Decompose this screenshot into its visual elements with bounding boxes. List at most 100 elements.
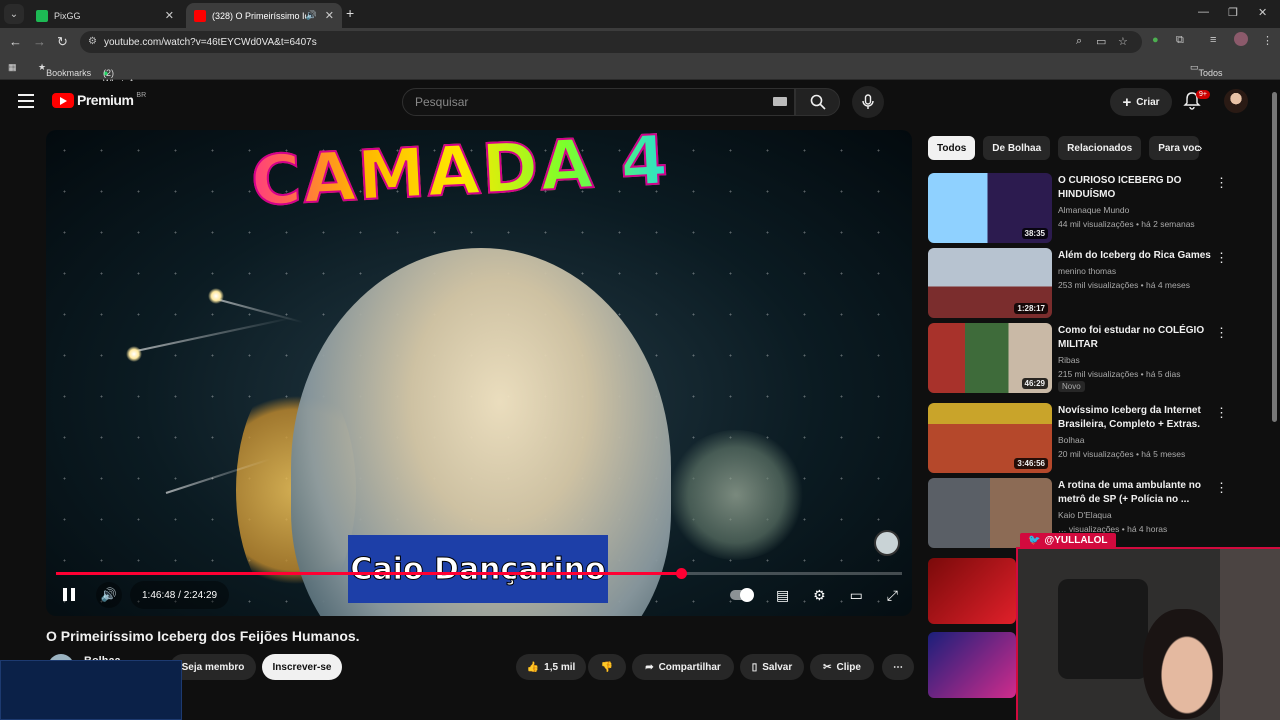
restore-icon[interactable]: ❐	[1228, 6, 1238, 19]
profile-avatar[interactable]	[1234, 32, 1248, 46]
search-icon	[810, 94, 826, 110]
rec-title[interactable]: A rotina de uma ambulante no metrô de SP…	[1058, 479, 1214, 507]
menu-icon[interactable]	[18, 94, 34, 112]
video-thumbnail[interactable]	[928, 558, 1016, 624]
channel-watermark[interactable]	[874, 530, 900, 556]
subtitles-icon[interactable]: ▤	[776, 587, 789, 604]
tab-title: (328) O Primeiríssimo Icebe	[212, 10, 306, 21]
search-input[interactable]: Pesquisar	[402, 88, 795, 116]
more-options-icon[interactable]: ⋮	[1215, 405, 1228, 421]
rec-channel[interactable]: menino thomas	[1058, 266, 1116, 276]
video-thumbnail[interactable]: 3:46:56	[928, 403, 1052, 473]
cast-icon[interactable]: ▭	[1096, 35, 1106, 48]
pause-icon	[63, 587, 67, 601]
url-field[interactable]: ⚙ youtube.com/watch?v=46tEYCWd0VA&t=6407…	[80, 31, 1142, 53]
webcam-background	[1220, 549, 1280, 720]
reload-icon[interactable]: ↻	[57, 34, 68, 50]
minimize-icon[interactable]: —	[1198, 6, 1209, 18]
bookmark-star-icon[interactable]: ☆	[1118, 35, 1128, 48]
share-button[interactable]: ➦ Compartilhar	[632, 654, 734, 680]
rec-channel[interactable]: Ribas	[1058, 355, 1080, 365]
rec-channel[interactable]: Almanaque Mundo	[1058, 205, 1129, 215]
duration-badge: 1:28:17	[1014, 303, 1048, 314]
close-window-icon[interactable]: ✕	[1258, 6, 1267, 19]
browser-tab-pixgg[interactable]: PixGG ✕	[28, 3, 182, 28]
extension-icon[interactable]: ●	[1152, 34, 1159, 46]
recommendation-item[interactable]: 38:35 O CURIOSO ICEBERG DO HINDUÍSMO Alm…	[928, 173, 1228, 243]
back-icon[interactable]: ←	[9, 34, 22, 49]
search-button[interactable]	[795, 88, 840, 116]
subscribe-button[interactable]: Inscrever-se	[262, 654, 342, 680]
rec-title[interactable]: O CURIOSO ICEBERG DO HINDUÍSMO	[1058, 174, 1214, 202]
browser-menu-icon[interactable]: ⋮	[1262, 34, 1273, 47]
fullscreen-icon[interactable]: ⤢	[887, 587, 898, 604]
apps-grid-icon[interactable]: ▦	[8, 62, 17, 73]
theater-mode-icon[interactable]: ▭	[850, 587, 863, 604]
rec-title[interactable]: Novíssimo Iceberg da Internet Brasileira…	[1058, 404, 1214, 432]
overlay-panel	[0, 660, 182, 720]
keyboard-icon[interactable]	[773, 97, 787, 106]
recommendation-item[interactable]: 46:29 Como foi estudar no COLÉGIO MILITA…	[928, 323, 1228, 393]
close-tab-icon[interactable]: ✕	[165, 9, 174, 22]
chip-para-voce[interactable]: Para você	[1149, 136, 1200, 160]
join-button[interactable]: Seja membro	[170, 654, 256, 680]
tab-search-icon[interactable]: ⌄	[4, 4, 24, 24]
more-options-icon[interactable]: ⋮	[1215, 480, 1228, 496]
chevron-right-icon[interactable]: ›	[1198, 140, 1202, 155]
share-icon: ➦	[645, 661, 654, 673]
video-player[interactable]: CAMADA 4 Caio Dançarino 🔊 1:46:48 / 2:24…	[46, 130, 912, 616]
browser-tab-youtube[interactable]: (328) O Primeiríssimo Icebe 🔊 ✕	[186, 3, 342, 28]
mute-button[interactable]: 🔊	[96, 582, 122, 608]
clip-button[interactable]: ✂ Clipe	[810, 654, 874, 680]
forward-icon[interactable]: →	[33, 34, 46, 49]
settings-gear-icon[interactable]: ⚙	[813, 587, 826, 604]
rec-title[interactable]: Como foi estudar no COLÉGIO MILITAR	[1058, 324, 1214, 352]
recommendation-chips: Todos De Bolhaa Relacionados Para você	[928, 136, 1200, 160]
site-info-icon[interactable]: ⚙	[88, 36, 97, 47]
time-display: 1:46:48 / 2:24:29	[130, 581, 230, 609]
youtube-play-icon	[52, 92, 74, 108]
dislike-button[interactable]: 👎	[588, 654, 626, 680]
account-avatar[interactable]	[1224, 89, 1248, 113]
close-tab-icon[interactable]: ✕	[325, 9, 334, 22]
rec-title[interactable]: Além do Iceberg do Rica Games	[1058, 249, 1214, 263]
more-options-icon[interactable]: ⋮	[1215, 250, 1228, 266]
autoplay-toggle[interactable]	[730, 588, 754, 602]
streamer-webcam	[1016, 547, 1280, 720]
reading-list-icon[interactable]: ≡	[1210, 34, 1216, 46]
progress-bar[interactable]	[56, 568, 902, 579]
new-tab-icon[interactable]: +	[346, 5, 354, 21]
chip-relacionados[interactable]: Relacionados	[1058, 136, 1142, 160]
zoom-icon[interactable]: ⌕	[1076, 35, 1082, 48]
recommendation-item[interactable]: 1:28:17 Além do Iceberg do Rica Games me…	[928, 248, 1228, 318]
audio-playing-icon[interactable]: 🔊	[306, 10, 317, 21]
search-placeholder: Pesquisar	[415, 95, 469, 109]
voice-search-button[interactable]	[852, 86, 884, 118]
more-options-icon[interactable]: ⋮	[1215, 175, 1228, 191]
rec-meta: 20 mil visualizações • há 5 meses	[1058, 449, 1186, 459]
rec-channel[interactable]: Bolhaa	[1058, 435, 1084, 445]
recommendation-item[interactable]: 3:46:56 Novíssimo Iceberg da Internet Br…	[928, 403, 1228, 473]
page-scrollbar[interactable]	[1272, 92, 1277, 422]
more-options-icon[interactable]: ⋮	[1215, 325, 1228, 341]
notification-count-badge: 9+	[1196, 90, 1210, 99]
create-button[interactable]: + Criar	[1110, 88, 1172, 116]
rec-channel[interactable]: Kaio D'Elaqua	[1058, 510, 1112, 520]
chip-de-bolhaa[interactable]: De Bolhaa	[983, 136, 1051, 160]
chip-todos[interactable]: Todos	[928, 136, 976, 160]
extensions-puzzle-icon[interactable]: ⧉	[1176, 34, 1184, 47]
save-button[interactable]: ▯ Salvar	[740, 654, 804, 680]
player-right-controls: ▤ ⚙ ▭ ⤢	[724, 581, 904, 609]
more-actions-button[interactable]: ⋯	[882, 654, 914, 680]
video-thumbnail[interactable]: 46:29	[928, 323, 1052, 393]
video-thumbnail[interactable]	[928, 632, 1016, 698]
like-button[interactable]: 👍 1,5 mil	[516, 654, 586, 680]
video-thumbnail[interactable]: 38:35	[928, 173, 1052, 243]
bookmarks-folder[interactable]: ★ Bookmarks	[38, 62, 91, 78]
pause-button[interactable]	[60, 585, 78, 603]
video-thumbnail[interactable]: 1:28:17	[928, 248, 1052, 318]
all-bookmarks[interactable]: ▭ Todos os favoritos	[1190, 62, 1233, 98]
youtube-premium-logo[interactable]: Premium BR	[52, 92, 146, 108]
save-label: Salvar	[762, 661, 793, 673]
webcam-person	[1143, 609, 1223, 719]
